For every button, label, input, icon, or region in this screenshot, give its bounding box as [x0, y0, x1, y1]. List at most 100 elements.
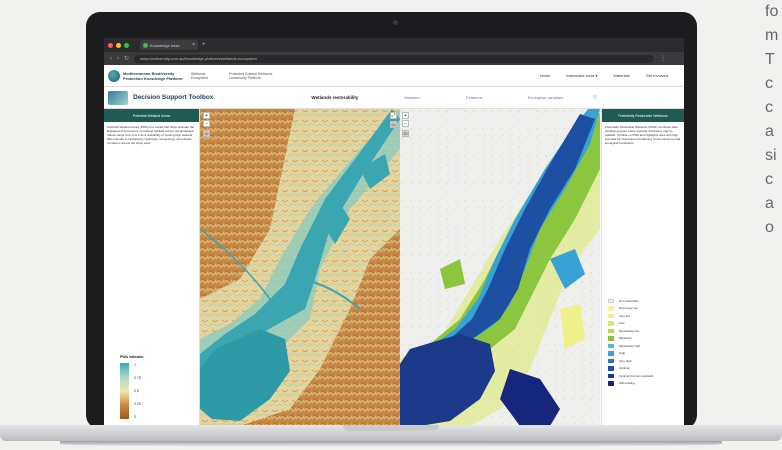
legend-swatch [608, 381, 614, 386]
close-window-icon[interactable] [108, 42, 113, 48]
legend-label: Optimal (Current wetland) [619, 373, 654, 378]
legend-title: PWA indicator [120, 355, 144, 359]
toolbox-title: Decision Support Toolbox [133, 94, 214, 101]
pwa-legend: PWA indicator 1 0.75 0.5 0.25 0 [120, 355, 180, 419]
side-text-line: o [765, 219, 774, 236]
legend-item: Moderate [608, 335, 683, 343]
nav-interactive-tools[interactable]: Interactive tools ▾ [566, 73, 597, 78]
side-text-line: si [765, 147, 777, 164]
legend-label: Moderate [619, 336, 632, 341]
legend-item: Optimal [608, 365, 683, 373]
legend-swatch [608, 298, 614, 303]
legend-label: Non restorable [619, 298, 639, 303]
zoom-in-button[interactable]: + [402, 112, 409, 119]
legend-item: Very high [608, 357, 683, 365]
new-tab-icon[interactable]: + [202, 42, 206, 48]
legend-item: High [608, 350, 683, 358]
legend-item: Low [608, 320, 683, 328]
fullscreen-icon[interactable]: ⤢ [390, 112, 397, 119]
side-text-line: c [765, 99, 773, 116]
legend-gradient [120, 363, 129, 419]
layers-icon[interactable]: ▤ [203, 130, 210, 137]
address-bar[interactable]: www.biodiversity.com.au/knowledge-platfo… [134, 54, 655, 63]
legend-tick: 1 [134, 363, 136, 367]
side-text-line: T [765, 51, 775, 68]
nav-get-involved[interactable]: Get involved [646, 73, 668, 78]
toolbox-bar: Decision Support Toolbox Wetlands restor… [104, 87, 684, 109]
browser-tab[interactable]: Knowledge base × [140, 40, 198, 50]
site-brand[interactable]: Mediterranean Biodiversity Protection Kn… [123, 71, 185, 81]
legend-swatch [608, 306, 614, 311]
zoom-out-button[interactable]: − [203, 120, 210, 127]
right-panel-description: Potentially Restorable Wetlands (PRW) co… [605, 125, 681, 145]
side-text-line: a [765, 123, 774, 140]
legend-label: Extremely low [619, 306, 638, 311]
legend-label: Optimal [619, 366, 630, 371]
legend-label: High [619, 351, 626, 356]
legend-swatch [608, 336, 614, 341]
side-text-line: c [765, 171, 773, 188]
side-text-line: c [765, 75, 773, 92]
option-features[interactable]: Features [466, 95, 482, 100]
forward-icon[interactable]: › [117, 56, 119, 62]
minimize-window-icon[interactable] [116, 42, 121, 48]
pwa-map[interactable]: + − ▤ ⤢ ▤ [200, 109, 400, 426]
browser-menu-icon[interactable]: ⋮ [660, 55, 666, 62]
left-panel-description: Potential Wetland Areas (PWA) is a model… [107, 125, 195, 145]
option-ecological-variables[interactable]: Ecological variables [528, 95, 563, 100]
nav-materials[interactable]: Materials [614, 73, 630, 78]
legend-tick: 0 [134, 415, 136, 419]
legend-item: Optimal (Current wetland) [608, 372, 683, 380]
toolbox-logo-icon [108, 90, 128, 105]
site-nav: Home Interactive tools ▾ Materials Get i… [540, 73, 684, 78]
legend-label: Very high [619, 358, 632, 363]
zoom-in-button[interactable]: + [203, 112, 210, 119]
legend-swatch [608, 328, 614, 333]
site-header: Mediterranean Biodiversity Protection Kn… [104, 65, 684, 87]
browser-toolbar: ‹ › ↻ www.biodiversity.com.au/knowledge-… [104, 52, 684, 65]
side-text-line: fo [765, 3, 779, 20]
laptop-screen: Knowledge base × + ‹ › ↻ www.biodiversit… [104, 38, 684, 426]
legend-tick: 0.5 [134, 389, 139, 393]
zoom-out-button[interactable]: − [402, 120, 409, 127]
maximize-window-icon[interactable] [124, 42, 129, 48]
background-page-text: fo m T c c a si c a o [765, 0, 782, 240]
legend-item: Very low [608, 312, 683, 320]
legend-swatch [608, 343, 614, 348]
laptop-shadow [60, 441, 722, 447]
nav-home[interactable]: Home [540, 73, 551, 78]
tab-wetlands-restorability[interactable]: Wetlands restorability [311, 95, 358, 100]
camera-icon [393, 20, 398, 25]
favicon-icon [143, 42, 148, 48]
filter-icon[interactable]: ▽ [593, 95, 597, 101]
option-measure[interactable]: Measure [404, 95, 420, 100]
legend-tick: 0.25 [134, 402, 141, 406]
side-text-line: m [765, 27, 779, 44]
legend-label: Moderately high [619, 343, 641, 348]
legend-label: Low [619, 321, 625, 326]
legend-swatch [608, 351, 614, 356]
layers-icon[interactable]: ▤ [402, 130, 409, 137]
prw-map[interactable]: + − ▤ [400, 109, 600, 426]
legend-swatch [608, 366, 614, 371]
layers-icon[interactable]: ▤ [390, 121, 397, 128]
reload-icon[interactable]: ↻ [124, 55, 129, 62]
legend-tick: 0.75 [134, 376, 141, 380]
partner-link[interactable]: Protected Coastal Wetlands Community Pla… [229, 72, 281, 80]
legend-label: Very low [619, 313, 631, 318]
partner-link[interactable]: Wetlands Ecosystem [191, 72, 223, 80]
close-tab-icon[interactable]: × [192, 42, 195, 48]
back-icon[interactable]: ‹ [110, 56, 112, 62]
browser-tab-bar: Knowledge base × + [104, 38, 684, 52]
pwa-map-graphic [200, 109, 400, 426]
legend-swatch [608, 321, 614, 326]
right-info-panel: Potentially Restorable Wetlands Potentia… [601, 109, 684, 426]
right-panel-title: Potentially Restorable Wetlands [602, 109, 684, 122]
legend-item: Moderately high [608, 342, 683, 350]
legend-label: Still existing [619, 381, 635, 386]
legend-swatch [608, 373, 614, 378]
legend-label: Moderately low [619, 328, 640, 333]
left-info-panel: Potential Wetland Areas Potential Wetlan… [104, 109, 200, 426]
site-logo-icon[interactable] [108, 69, 120, 82]
prw-legend: Non restorable Extremely low Very low Lo… [608, 297, 683, 387]
